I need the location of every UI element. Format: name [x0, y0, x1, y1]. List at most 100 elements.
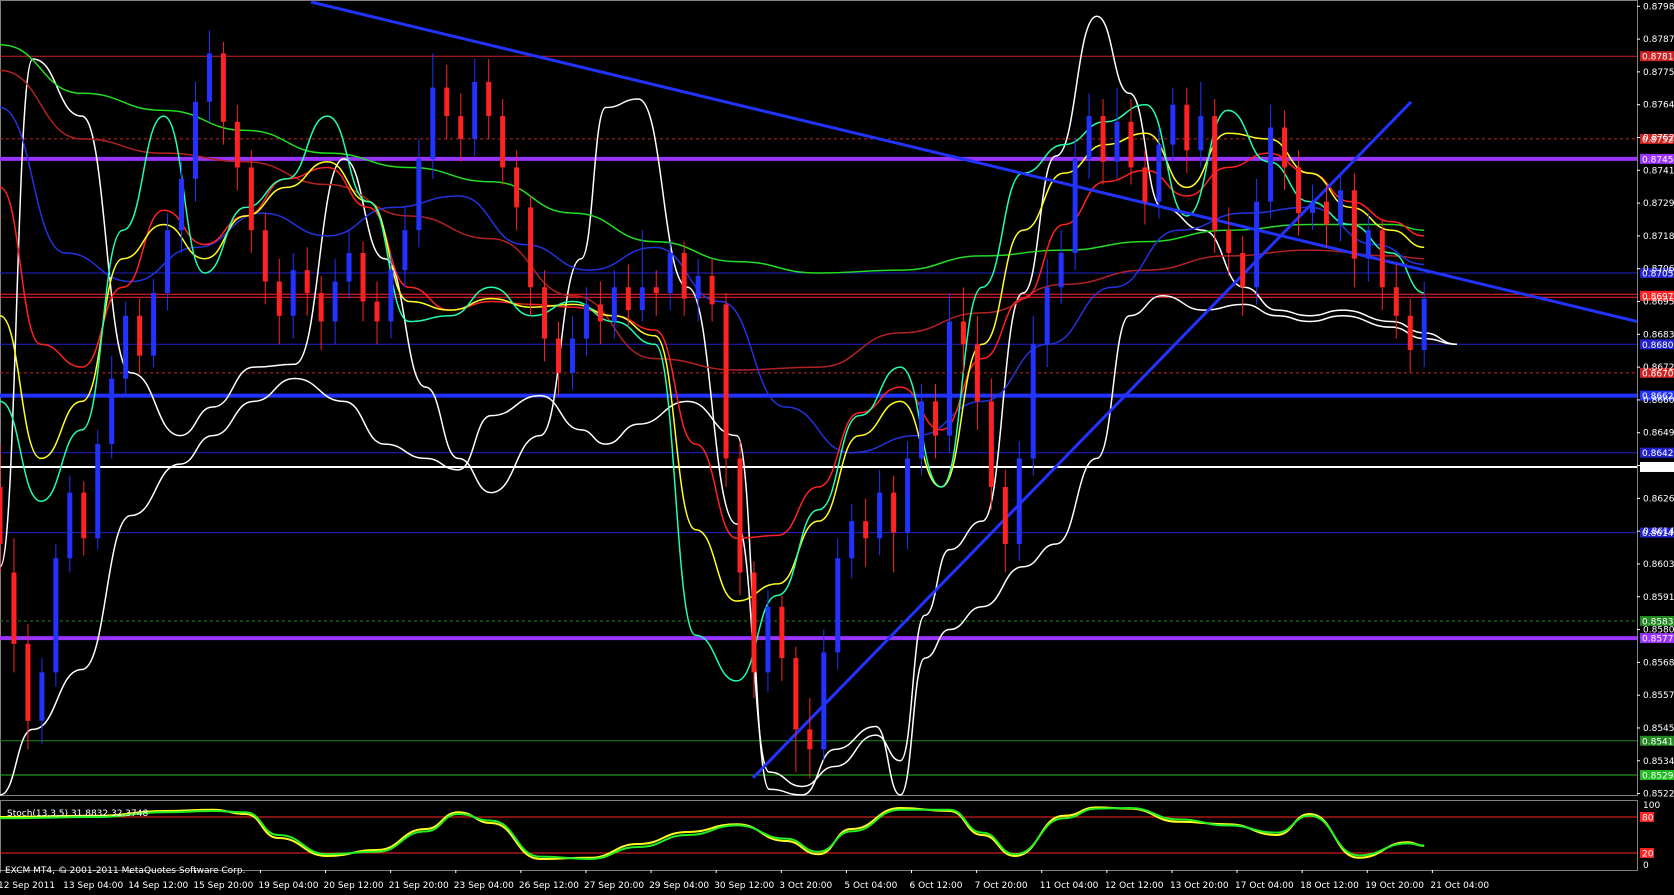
candle-body-80: [1114, 121, 1120, 162]
candle-body-58: [807, 729, 813, 750]
price-axis: 0.878100.875200.874500.870500.869700.868…: [1637, 2, 1674, 871]
candle-body-60: [835, 558, 841, 653]
candle-body-31: [430, 87, 436, 159]
price-tick-label-2: 0.87755: [1643, 68, 1674, 78]
candle-body-51: [709, 275, 715, 305]
candle-body-4: [53, 558, 59, 673]
time-tick-label-18: 13 Oct 20:00: [1170, 881, 1229, 891]
candle-body-91: [1268, 127, 1274, 202]
candle-body-78: [1086, 116, 1092, 159]
time-tick-label-9: 27 Sep 20:00: [584, 881, 644, 891]
time-tick-label-19: 17 Oct 04:00: [1235, 881, 1294, 891]
price-tick-label-11: 0.86720: [1643, 363, 1674, 373]
price-tick-label-7: 0.87180: [1643, 232, 1674, 242]
level-tag-label-14: 0.85290: [1642, 772, 1674, 782]
candle-body-2: [25, 643, 31, 721]
candle-body-9: [123, 315, 129, 379]
candle-body-59: [821, 652, 827, 750]
candle-body-37: [514, 167, 520, 208]
candle-body-57: [793, 658, 799, 730]
candle-body-8: [109, 378, 115, 445]
candle-body-82: [1142, 167, 1148, 202]
candle-body-23: [318, 292, 324, 322]
price-tick-label-18: 0.85915: [1643, 593, 1674, 603]
candle-body-6: [81, 492, 87, 539]
candle-body-62: [863, 521, 869, 539]
candle-body-63: [877, 492, 883, 539]
time-tick-label-11: 30 Sep 12:00: [714, 881, 774, 891]
time-tick-label-4: 19 Sep 04:00: [258, 881, 318, 891]
candle-body-75: [1044, 287, 1050, 345]
price-tick-label-1: 0.87870: [1643, 35, 1674, 45]
candle-body-41: [569, 338, 575, 373]
candle-body-50: [695, 275, 701, 299]
candle-body-32: [444, 87, 450, 117]
candle-body-49: [681, 253, 687, 299]
indicator-line-5: [0, 152, 1425, 540]
candle-body-43: [597, 304, 603, 322]
price-tick-label-12: 0.86605: [1643, 396, 1674, 406]
time-tick-label-16: 11 Oct 04:00: [1040, 881, 1099, 891]
candle-body-100: [1393, 287, 1399, 316]
candle-body-3: [39, 672, 45, 721]
level-tag-label-5: 0.86800: [1642, 341, 1674, 351]
candle-body-16: [220, 53, 226, 122]
candle-body-95: [1323, 201, 1329, 225]
candle-body-61: [849, 521, 855, 559]
candle-body-48: [667, 253, 673, 293]
candle-body-39: [542, 287, 548, 339]
candle-body-73: [1016, 458, 1022, 544]
candle-body-101: [1407, 315, 1413, 351]
candle-body-74: [1030, 344, 1036, 459]
candle-body-42: [583, 304, 589, 339]
level-tag-label-13: 0.85410: [1642, 737, 1674, 747]
price-tick-label-10: 0.86835: [1643, 330, 1674, 340]
price-tick-label-8: 0.87065: [1643, 265, 1674, 275]
osc-level-tag-label-0: 80: [1642, 814, 1654, 824]
candle-body-30: [416, 158, 422, 231]
candle-body-14: [192, 101, 198, 179]
price-chart[interactable]: 0.878100.875200.874500.870500.869700.868…: [0, 0, 1674, 895]
candle-body-53: [737, 458, 743, 573]
price-tick-label-21: 0.85570: [1643, 691, 1674, 701]
candle-body-21: [290, 270, 296, 316]
candle-body-27: [374, 301, 380, 322]
time-tick-label-3: 15 Sep 20:00: [193, 881, 253, 891]
time-tick-label-7: 23 Sep 04:00: [454, 881, 514, 891]
time-tick-label-13: 5 Oct 04:00: [844, 881, 897, 891]
candle-body-65: [905, 458, 911, 533]
candle-body-34: [472, 81, 478, 139]
osc-line-0: [0, 806, 1425, 861]
time-tick-label-14: 6 Oct 12:00: [910, 881, 963, 891]
time-tick-label-12: 3 Oct 20:00: [779, 881, 832, 891]
price-tick-label-23: 0.85340: [1643, 757, 1674, 767]
candle-body-56: [779, 606, 785, 659]
candle-body-55: [765, 606, 771, 673]
candle-body-70: [974, 344, 980, 402]
candle-body-5: [67, 492, 73, 559]
stochastic-panel[interactable]: [0, 800, 1638, 871]
time-tick-label-21: 19 Oct 20:00: [1365, 881, 1424, 891]
osc-tick-label-1: 0: [1643, 861, 1649, 871]
candle-body-24: [332, 281, 338, 322]
candle-body-40: [556, 338, 562, 373]
price-tick-label-24: 0.85225: [1643, 790, 1674, 800]
candle-body-12: [165, 230, 171, 293]
candle-body-79: [1100, 116, 1106, 162]
time-tick-label-1: 13 Sep 04:00: [63, 881, 123, 891]
indicator-line-6: [0, 132, 1425, 602]
candle-body-15: [206, 53, 212, 102]
candle-body-7: [95, 444, 101, 539]
candle-body-86: [1198, 116, 1204, 151]
candle-body-85: [1184, 104, 1190, 151]
main-price-panel[interactable]: [0, 0, 1638, 796]
osc-line-1: [0, 806, 1425, 861]
price-tick-label-22: 0.85455: [1643, 724, 1674, 734]
level-tag-label-0: 0.87810: [1642, 53, 1674, 63]
candle-body-93: [1296, 167, 1302, 214]
candle-body-46: [639, 287, 645, 311]
candle-body-22: [304, 270, 310, 293]
level-tag-label-2: 0.87450: [1642, 155, 1674, 165]
candle-body-36: [500, 116, 506, 168]
osc-tick-label-0: 100: [1643, 801, 1660, 811]
